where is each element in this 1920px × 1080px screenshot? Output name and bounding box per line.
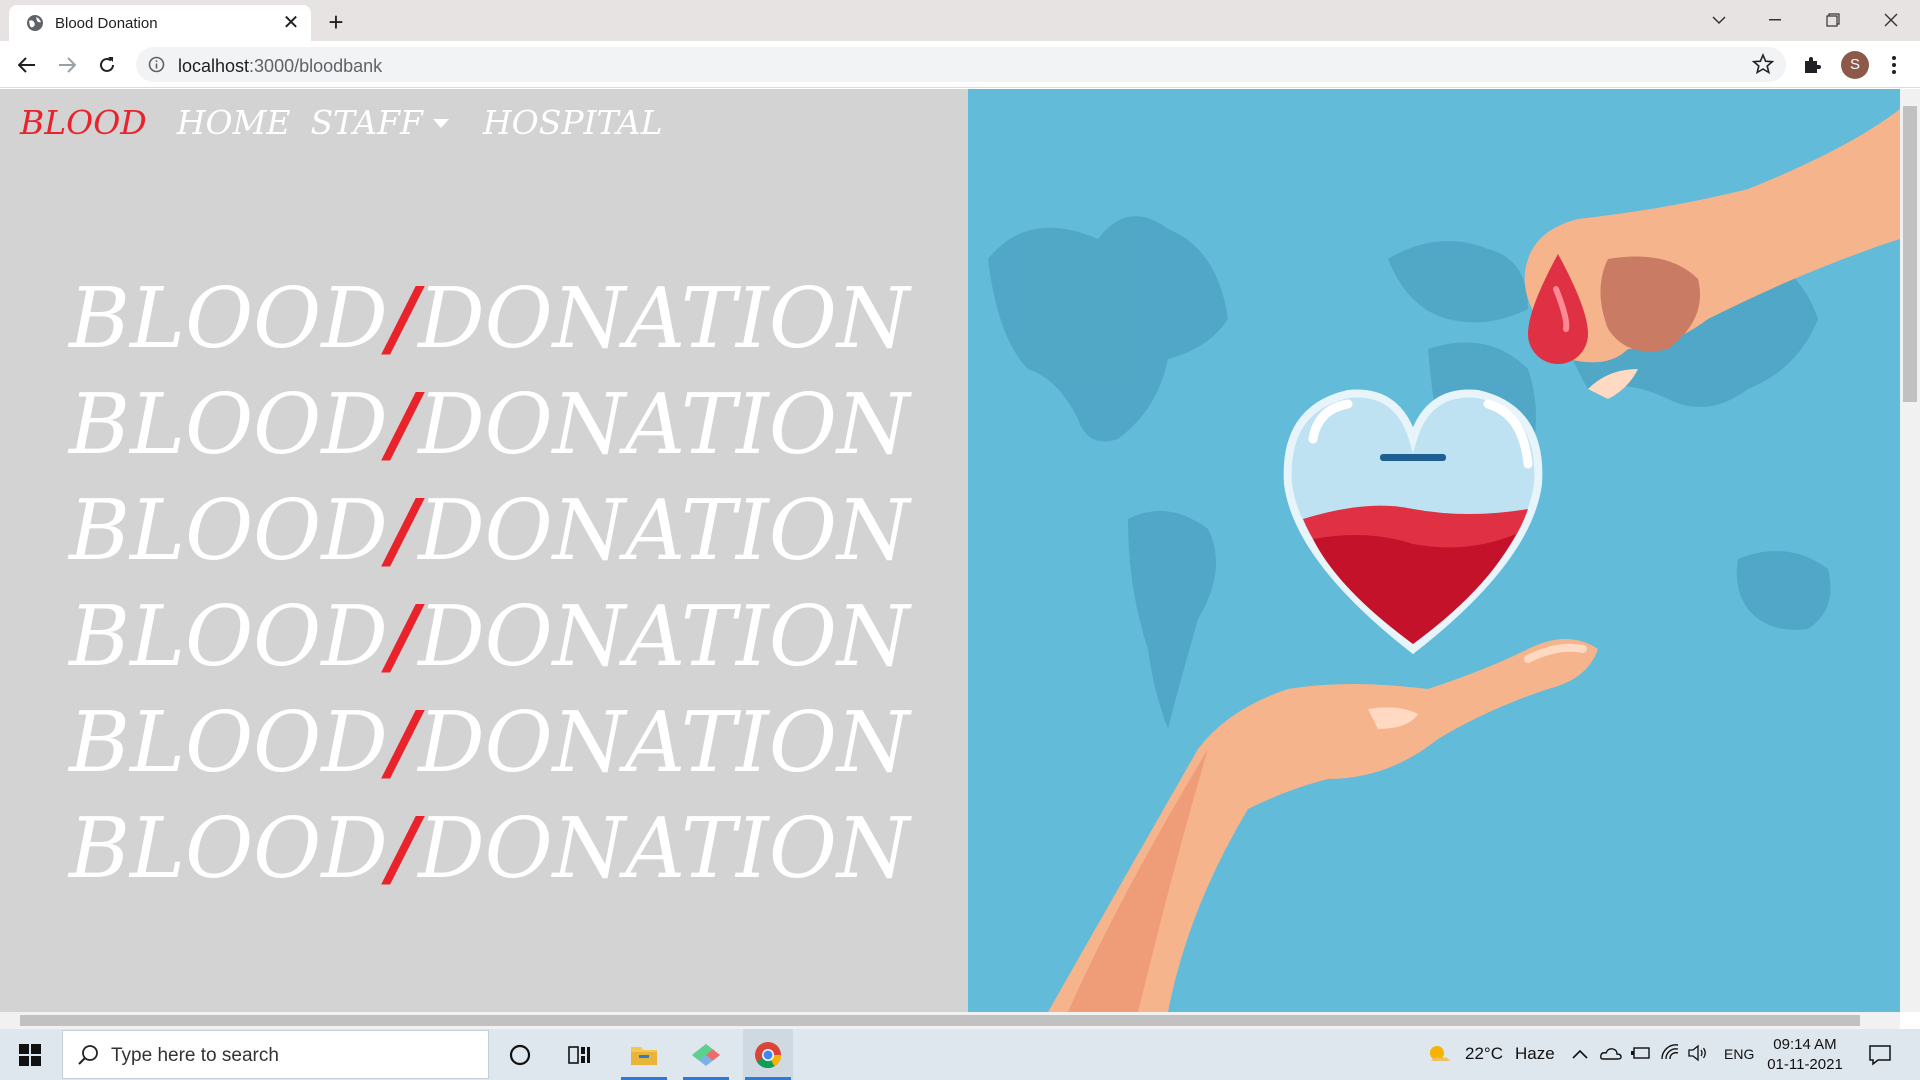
hero-slash: /: [387, 587, 419, 685]
chrome-icon[interactable]: [743, 1029, 793, 1080]
app-icon[interactable]: [681, 1029, 731, 1080]
blood-donation-illustration: [968, 89, 1900, 1012]
weather-temp[interactable]: 22°C: [1465, 1044, 1503, 1064]
task-view-icon[interactable]: [555, 1029, 605, 1080]
globe-icon: [27, 15, 43, 31]
page-viewport: BLOOD HOME STAFF HOSPITAL BLOOD/DONATION…: [0, 89, 1900, 1012]
taskbar-search[interactable]: Type here to search: [62, 1030, 489, 1079]
avatar[interactable]: S: [1841, 51, 1869, 79]
star-icon[interactable]: [1752, 53, 1774, 75]
puzzle-icon[interactable]: [1796, 49, 1828, 81]
hero-word-right: DONATION: [418, 482, 910, 579]
hero-slash: /: [387, 799, 419, 897]
hero-text: BLOOD/DONATION BLOOD/DONATION BLOOD/DONATI…: [69, 265, 910, 901]
hero-line: BLOOD/DONATION: [69, 795, 910, 901]
reload-icon[interactable]: [91, 49, 123, 81]
address-bar[interactable]: localhost:3000/bloodbank: [136, 47, 1786, 82]
vertical-scrollbar[interactable]: [1900, 89, 1920, 1012]
caret-down-icon[interactable]: [432, 119, 449, 128]
volume-icon[interactable]: [1688, 1044, 1708, 1062]
hero-word-right: DONATION: [418, 588, 910, 685]
search-placeholder: Type here to search: [111, 1045, 279, 1066]
hero-word-left: BLOOD: [69, 482, 388, 579]
onedrive-icon[interactable]: [1600, 1046, 1622, 1060]
scroll-thumb[interactable]: [20, 1015, 1860, 1026]
notification-icon[interactable]: [1868, 1044, 1892, 1066]
forward-icon[interactable]: [51, 49, 83, 81]
hero-word-right: DONATION: [418, 270, 910, 367]
nav-hospital[interactable]: HOSPITAL: [483, 103, 663, 142]
hero-slash: /: [387, 481, 419, 579]
wifi-icon[interactable]: [1660, 1043, 1680, 1061]
battery-icon[interactable]: [1630, 1046, 1650, 1060]
hero-word-left: BLOOD: [69, 376, 388, 473]
weather-desc[interactable]: Haze: [1515, 1044, 1555, 1064]
nav-staff[interactable]: STAFF: [310, 103, 422, 142]
hero-slash: /: [387, 269, 419, 367]
taskbar: Type here to search 22°C Haze ENG 09:14 …: [0, 1029, 1920, 1080]
plus-icon[interactable]: +: [321, 7, 351, 37]
close-icon[interactable]: ✕: [279, 11, 303, 35]
nav-home[interactable]: HOME: [177, 103, 291, 142]
maximize-icon[interactable]: [1810, 4, 1856, 36]
hero-slash: /: [387, 375, 419, 473]
info-icon[interactable]: [148, 56, 165, 73]
hero-line: BLOOD/DONATION: [69, 265, 910, 371]
chevron-up-icon[interactable]: [1572, 1049, 1588, 1059]
browser-toolbar: localhost:3000/bloodbank S: [0, 41, 1920, 88]
back-icon[interactable]: [11, 49, 43, 81]
hero-line: BLOOD/DONATION: [69, 371, 910, 477]
hero-line: BLOOD/DONATION: [69, 477, 910, 583]
hero-line: BLOOD/DONATION: [69, 583, 910, 689]
weather-icon[interactable]: [1427, 1043, 1453, 1065]
windows-icon[interactable]: [0, 1029, 60, 1080]
horizontal-scrollbar[interactable]: [0, 1012, 1900, 1029]
tab-strip: Blood Donation ✕ +: [0, 0, 1920, 41]
clock-time: 09:14 AM: [1773, 1036, 1837, 1053]
chevron-down-icon[interactable]: [1696, 4, 1742, 36]
hero-word-left: BLOOD: [69, 694, 388, 791]
url-path: :3000/bloodbank: [249, 56, 383, 76]
url-text: localhost:3000/bloodbank: [178, 56, 382, 77]
clock-date: 01-11-2021: [1767, 1056, 1843, 1073]
hero-word-right: DONATION: [418, 800, 910, 897]
illustration-image: [988, 109, 1900, 1012]
minimize-icon[interactable]: [1752, 4, 1798, 36]
browser-tab[interactable]: Blood Donation ✕: [9, 5, 311, 41]
kebab-icon[interactable]: [1878, 49, 1910, 81]
hero-word-left: BLOOD: [69, 800, 388, 897]
tab-title: Blood Donation: [55, 15, 158, 32]
hero-line: BLOOD/DONATION: [69, 689, 910, 795]
close-icon[interactable]: [1868, 4, 1914, 36]
hero-word-left: BLOOD: [69, 270, 388, 367]
hero-word-left: BLOOD: [69, 588, 388, 685]
hero-word-right: DONATION: [418, 694, 910, 791]
url-host: localhost: [178, 56, 250, 76]
clock[interactable]: 09:14 AM 01-11-2021: [1760, 1035, 1850, 1075]
site-navbar: BLOOD HOME STAFF HOSPITAL: [20, 103, 683, 142]
hero-word-right: DONATION: [418, 376, 910, 473]
scroll-thumb[interactable]: [1903, 106, 1917, 402]
brand-link[interactable]: BLOOD: [20, 103, 147, 142]
hero-slash: /: [387, 693, 419, 791]
search-icon: [78, 1045, 98, 1065]
cortana-icon[interactable]: [495, 1029, 545, 1080]
file-explorer-icon[interactable]: [619, 1029, 669, 1080]
language-indicator[interactable]: ENG: [1724, 1046, 1754, 1062]
